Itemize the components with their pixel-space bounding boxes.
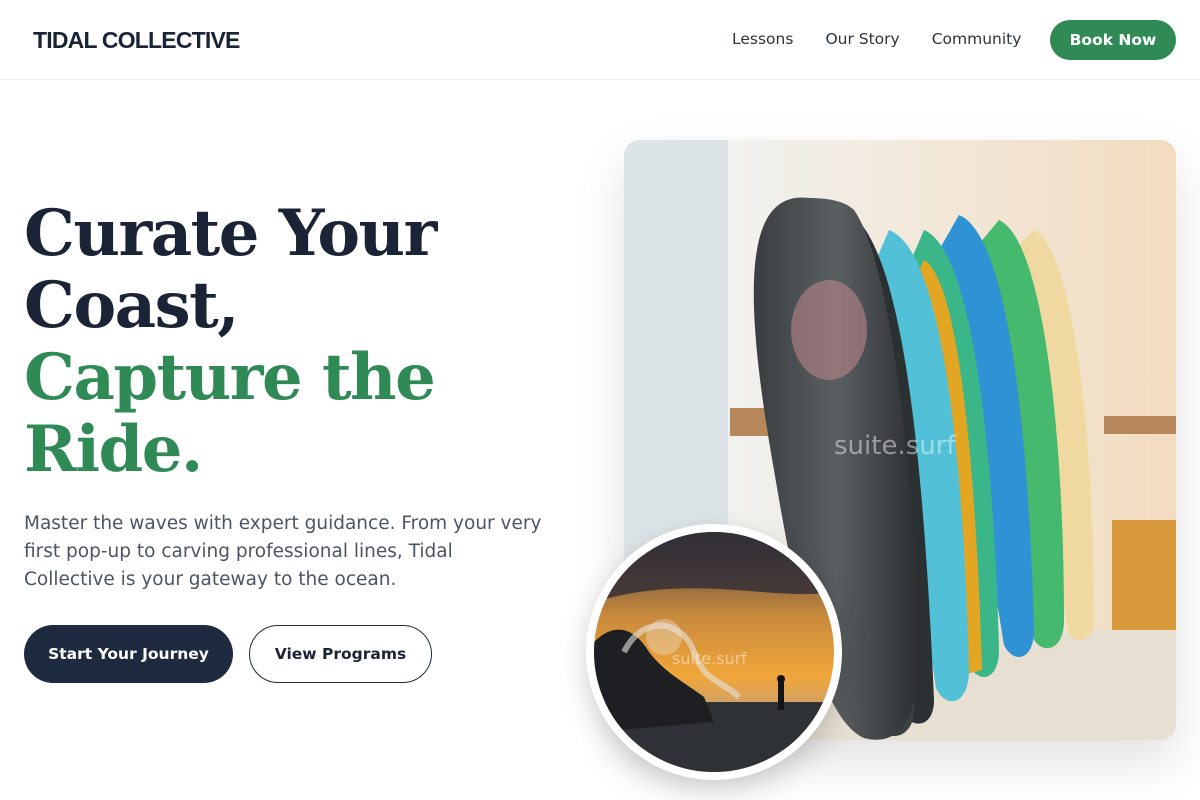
nav-links: Lessons Our Story Community [732, 30, 1021, 48]
book-now-button[interactable]: Book Now [1050, 20, 1176, 60]
nav-link-our-story[interactable]: Our Story [825, 30, 899, 48]
hero-headline: Curate Your Coast, Capture the Ride. [24, 196, 437, 487]
nav-link-lessons[interactable]: Lessons [732, 30, 793, 48]
start-journey-button[interactable]: Start Your Journey [24, 625, 233, 683]
headline-line: Curate Your [24, 196, 437, 271]
top-navbar: TIDAL COLLECTIVE Lessons Our Story Commu… [0, 0, 1200, 80]
hero-description: Master the waves with expert guidance. F… [24, 513, 542, 590]
circle-watermark: suite.surf [672, 649, 747, 668]
nav-link-community[interactable]: Community [932, 30, 1022, 48]
image-watermark: suite.surf [834, 431, 956, 461]
view-programs-button[interactable]: View Programs [249, 625, 432, 683]
headline-line: Coast, [24, 268, 239, 343]
headline-accent-line: Capture the [24, 340, 436, 415]
surfer-circle-image: suite.surf [586, 524, 842, 780]
headline-accent-line: Ride. [24, 412, 203, 487]
brand-logo[interactable]: TIDAL COLLECTIVE [33, 27, 240, 54]
